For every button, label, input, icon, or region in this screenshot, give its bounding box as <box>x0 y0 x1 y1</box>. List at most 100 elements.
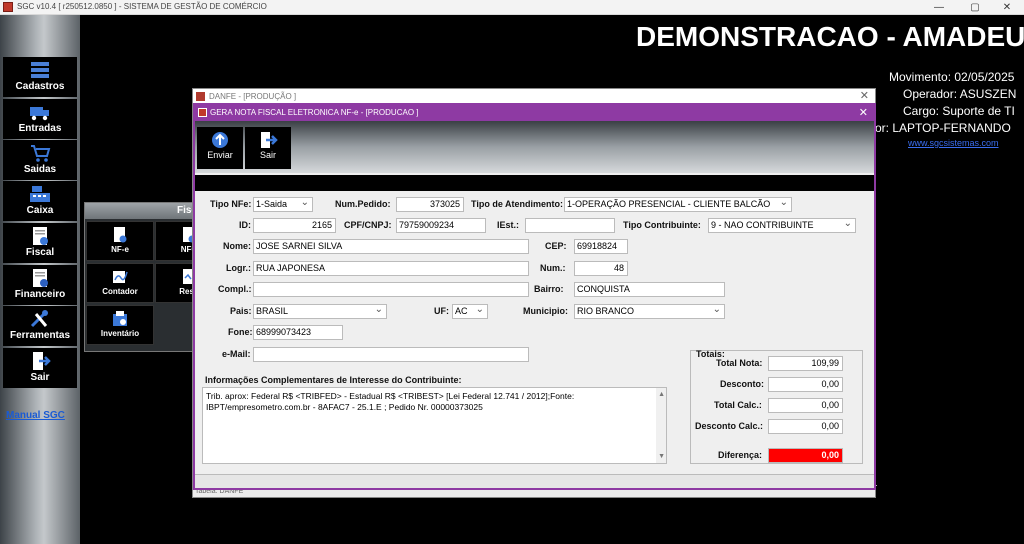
nfe-bottom-strip <box>195 474 874 488</box>
nfe-dialog: GERA NOTA FISCAL ELETRONICA NF-e - [PROD… <box>193 103 876 490</box>
sidebar-item-caixa[interactable]: Caixa <box>3 181 77 221</box>
tipo-nfe-select[interactable]: 1-Saida <box>253 197 313 212</box>
separator-bar <box>195 175 874 191</box>
manual-link[interactable]: Manual SGC <box>6 410 65 421</box>
nome-field[interactable]: JOSE SARNEI SILVA <box>253 239 529 254</box>
sidebar-item-label: Financeiro <box>14 289 66 300</box>
sidebar-item-sair[interactable]: Sair <box>3 348 77 388</box>
app-icon <box>3 2 13 12</box>
danfe-app-icon <box>196 92 205 101</box>
cpf-field[interactable]: 79759009234 <box>396 218 486 233</box>
fiscal-tile-inventario[interactable]: Inventário <box>86 305 154 345</box>
totais-panel: Totais: Total Nota: 109,99 Desconto: 0,0… <box>690 349 863 464</box>
scroll-down-icon: ▼ <box>658 453 665 460</box>
uf-label: UF: <box>434 306 449 316</box>
computador-label: or: LAPTOP-FERNANDO <box>875 121 1011 135</box>
uf-select[interactable]: AC <box>452 304 488 319</box>
info-scrollbar[interactable]: ▲ ▼ <box>656 388 666 463</box>
municipio-label: Municipio: <box>523 306 568 316</box>
scroll-up-icon: ▲ <box>658 391 665 398</box>
num-pedido-field[interactable]: 373025 <box>396 197 464 212</box>
sidebar: Cadastros Entradas Saidas Caixa Fiscal F… <box>0 15 80 544</box>
info-label: Informações Complementares de Interesse … <box>205 375 462 385</box>
danfe-title: DANFE - [PRODUÇÃO ] <box>209 92 297 101</box>
total-nota-label: Total Nota: <box>716 358 763 368</box>
sidebar-item-label: Ferramentas <box>9 330 71 341</box>
inventory-icon <box>113 311 127 326</box>
fiscal-menu: Fisc NF-e NFC Contador Resu Inventário <box>84 202 223 352</box>
fiscal-menu-title: Fisc <box>85 203 203 219</box>
total-calc-label: Total Calc.: <box>714 400 762 410</box>
id-field[interactable]: 2165 <box>253 218 336 233</box>
sidebar-item-cadastros[interactable]: Cadastros <box>3 57 77 97</box>
municipio-select[interactable]: RIO BRANCO <box>574 304 725 319</box>
desconto-field[interactable]: 0,00 <box>768 377 843 392</box>
nfe-title: GERA NOTA FISCAL ELETRONICA NF-e - [PROD… <box>210 108 419 117</box>
sidebar-item-label: Saidas <box>23 164 57 175</box>
fone-label: Fone: <box>228 327 253 337</box>
num-pedido-label: Num.Pedido: <box>335 199 391 209</box>
tipo-contribuinte-select[interactable]: 9 - NAO CONTRIBUINTE <box>708 218 856 233</box>
nfe-toolbar: Enviar Sair <box>195 121 874 173</box>
fiscal-tile-contador[interactable]: Contador <box>86 263 154 303</box>
sair-button[interactable]: Sair <box>245 127 291 169</box>
diferenca-field[interactable]: 0,00 <box>768 448 843 463</box>
company-title: DEMONSTRACAO - AMADEU <box>636 21 1024 52</box>
close-button[interactable]: ✕ <box>990 0 1024 15</box>
enviar-label: Enviar <box>207 150 233 160</box>
tipo-contribuinte-label: Tipo Contribuinte: <box>623 220 701 230</box>
sidebar-item-saidas[interactable]: Saidas <box>3 140 77 180</box>
sidebar-item-label: Fiscal <box>25 247 55 258</box>
fone-field[interactable]: 68999073423 <box>253 325 343 340</box>
enviar-button[interactable]: Enviar <box>197 127 243 169</box>
info-text: Trib. aprox: Federal R$ <TRIBFED> - Esta… <box>206 391 575 412</box>
pais-select[interactable]: BRASIL <box>253 304 387 319</box>
desconto-label: Desconto: <box>720 379 765 389</box>
email-field[interactable] <box>253 347 529 362</box>
cpf-label: CPF/CNPJ: <box>344 220 392 230</box>
id-label: ID: <box>239 220 251 230</box>
finance-doc-icon <box>33 269 48 287</box>
total-nota-field[interactable]: 109,99 <box>768 356 843 371</box>
total-calc-field[interactable]: 0,00 <box>768 398 843 413</box>
desconto-calc-field[interactable]: 0,00 <box>768 419 843 434</box>
tools-icon <box>30 310 48 328</box>
maximize-button[interactable]: ▢ <box>958 0 992 15</box>
sidebar-item-fiscal[interactable]: Fiscal <box>3 223 77 263</box>
info-textarea[interactable]: Trib. aprox: Federal R$ <TRIBFED> - Esta… <box>202 387 667 464</box>
nfe-close-button[interactable]: ✕ <box>859 105 868 121</box>
cart-icon <box>31 145 51 162</box>
fiscal-tile-label: Inventário <box>100 329 140 338</box>
diferenca-label: Diferença: <box>718 450 763 460</box>
logr-field[interactable]: RUA JAPONESA <box>253 261 529 276</box>
cep-field[interactable]: 69918824 <box>574 239 628 254</box>
sidebar-item-ferramentas[interactable]: Ferramentas <box>3 306 77 346</box>
app-titlebar: SGC v10.4 [ r250512.0850 ] - SISTEMA DE … <box>0 0 1024 15</box>
fiscal-tile-label: Contador <box>102 287 138 296</box>
tipo-atendimento-select[interactable]: 1-OPERAÇÃO PRESENCIAL - CLIENTE BALCÃO <box>564 197 792 212</box>
danfe-titlebar: DANFE - [PRODUÇÃO ] ✕ <box>193 89 875 104</box>
fiscal-doc-icon <box>33 227 48 245</box>
exit-icon <box>261 132 278 148</box>
logr-label: Logr.: <box>226 263 251 273</box>
sidebar-item-label: Caixa <box>26 205 54 216</box>
sidebar-item-entradas[interactable]: Entradas <box>3 99 77 139</box>
sair-label: Sair <box>259 150 276 160</box>
num-field[interactable]: 48 <box>574 261 628 276</box>
cargo-label: Cargo: Suporte de TI <box>903 104 1015 118</box>
compl-field[interactable] <box>253 282 529 297</box>
website-link[interactable]: www.sgcsistemas.com <box>908 138 999 148</box>
sidebar-item-financeiro[interactable]: Financeiro <box>3 265 77 305</box>
desconto-calc-label: Desconto Calc.: <box>695 421 764 431</box>
minimize-button[interactable]: — <box>922 0 956 15</box>
app-title: SGC v10.4 [ r250512.0850 ] - SISTEMA DE … <box>17 2 267 11</box>
nfe-titlebar: GERA NOTA FISCAL ELETRONICA NF-e - [PROD… <box>195 105 874 121</box>
bairro-field[interactable]: CONQUISTA <box>574 282 725 297</box>
iest-field[interactable] <box>525 218 615 233</box>
sidebar-item-label: Cadastros <box>15 81 65 92</box>
signature-icon <box>113 271 128 283</box>
fiscal-tile-nfe[interactable]: NF-e <box>86 221 154 261</box>
upload-arrow-icon <box>212 132 228 148</box>
danfe-close-button[interactable]: ✕ <box>860 89 869 104</box>
registry-icon <box>31 62 49 78</box>
